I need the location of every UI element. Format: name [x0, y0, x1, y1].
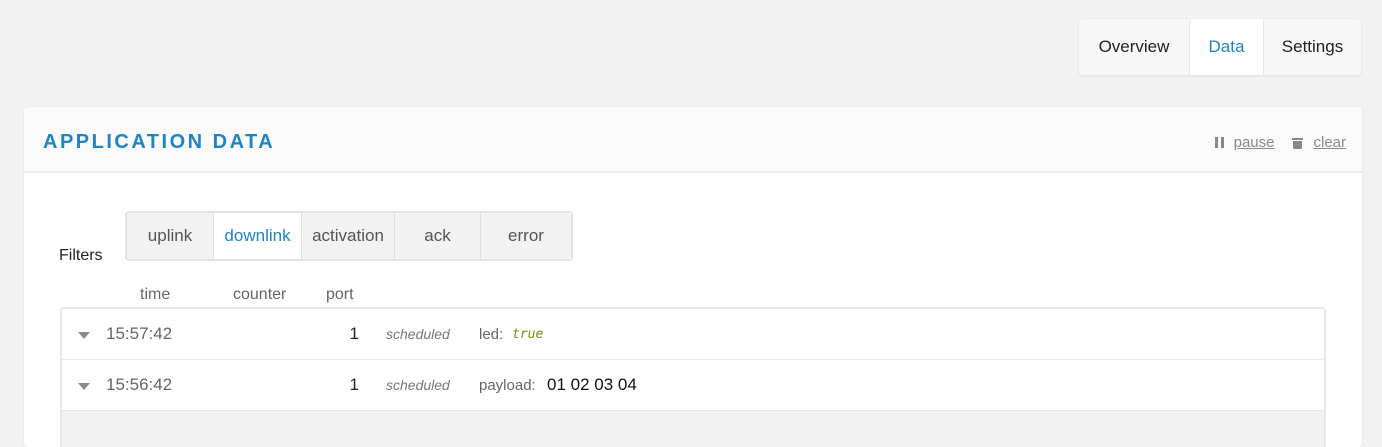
column-header-port: port: [326, 286, 354, 303]
tab-data[interactable]: Data: [1189, 19, 1264, 75]
trash-icon[interactable]: [1292, 137, 1304, 149]
filters-label: Filters: [59, 247, 103, 264]
row-port: 1: [349, 324, 359, 343]
application-data-card: APPLICATION DATA pause clear Filters upl…: [24, 107, 1362, 447]
filter-downlink[interactable]: downlink: [214, 213, 302, 259]
card-header: APPLICATION DATA pause clear: [24, 107, 1362, 173]
top-navigation: Overview Data Settings: [1079, 19, 1361, 75]
column-header-time: time: [140, 286, 171, 303]
row-port: 1: [349, 375, 359, 394]
pause-link[interactable]: pause: [1234, 134, 1275, 151]
row-field-value: true: [512, 327, 544, 342]
filter-error[interactable]: error: [481, 213, 571, 259]
row-field-key: payload:: [479, 377, 536, 394]
header-actions: pause clear: [1214, 134, 1346, 151]
tab-settings[interactable]: Settings: [1264, 19, 1361, 75]
expand-caret-icon[interactable]: [78, 332, 90, 339]
table-row[interactable]: 15:56:42 1 scheduled payload: 01 02 03 0…: [62, 360, 1324, 411]
pause-icon[interactable]: [1214, 137, 1224, 148]
filter-group: uplink downlink activation ack error: [125, 211, 573, 261]
data-table: 15:57:42 1 scheduled led: true 15:56:42 …: [60, 307, 1326, 447]
tab-overview[interactable]: Overview: [1079, 19, 1189, 75]
card-title: APPLICATION DATA: [43, 131, 276, 153]
table-row[interactable]: 15:57:42 1 scheduled led: true: [62, 309, 1324, 360]
filter-uplink[interactable]: uplink: [127, 213, 214, 259]
filter-ack[interactable]: ack: [395, 213, 481, 259]
clear-link[interactable]: clear: [1313, 134, 1346, 151]
row-time: 15:56:42: [106, 375, 173, 394]
filter-activation[interactable]: activation: [302, 213, 395, 259]
row-status: scheduled: [386, 377, 450, 393]
expand-caret-icon[interactable]: [78, 383, 90, 390]
column-header-counter: counter: [233, 286, 287, 303]
row-time: 15:57:42: [106, 324, 173, 343]
row-field-key: led:: [479, 326, 504, 343]
row-status: scheduled: [386, 326, 450, 342]
row-field-value: 01 02 03 04: [547, 375, 637, 394]
